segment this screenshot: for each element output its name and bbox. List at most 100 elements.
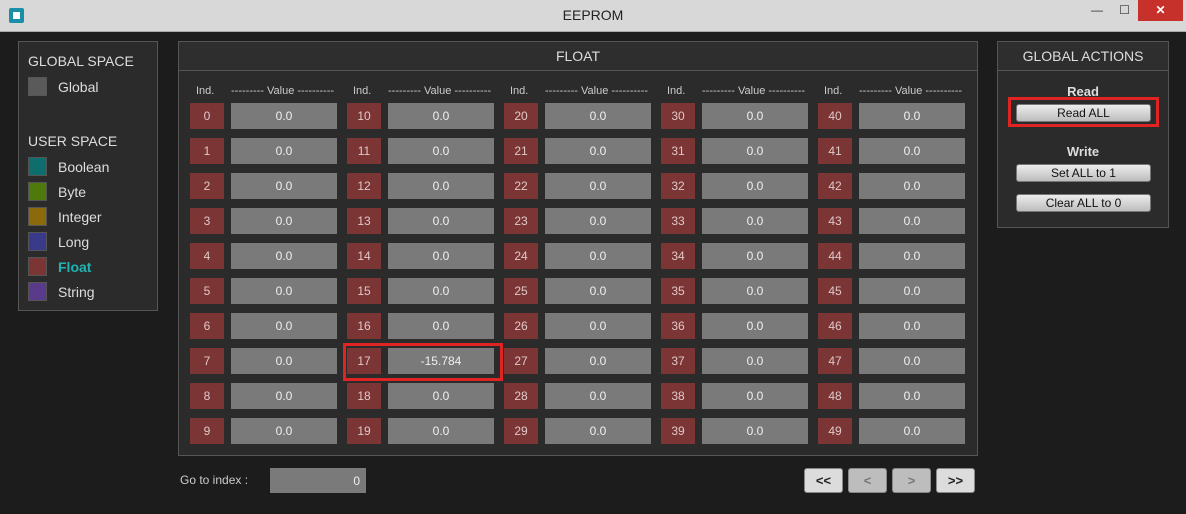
value-field[interactable]: 0.0 xyxy=(388,103,494,129)
column-header-ind: Ind. xyxy=(510,85,529,97)
index-cell: 1 xyxy=(190,138,224,164)
value-field[interactable]: 0.0 xyxy=(231,278,337,304)
index-cell: 2 xyxy=(190,173,224,199)
float-panel: FLOAT Ind. --------- Value ---------- 0 0.0… xyxy=(178,41,978,456)
user-space-title: USER SPACE xyxy=(28,133,118,149)
value-field[interactable]: 0.0 xyxy=(231,383,337,409)
close-button[interactable]: ✕ xyxy=(1138,0,1183,21)
value-field[interactable]: 0.0 xyxy=(859,278,965,304)
highlight-box-index-17 xyxy=(343,343,503,381)
value-field[interactable]: 0.0 xyxy=(859,383,965,409)
column-header-ind: Ind. xyxy=(353,85,372,97)
value-field[interactable]: 0.0 xyxy=(702,138,808,164)
value-field[interactable]: 0.0 xyxy=(388,383,494,409)
index-cell: 46 xyxy=(818,313,852,339)
value-field[interactable]: 0.0 xyxy=(859,208,965,234)
value-field[interactable]: 0.0 xyxy=(388,173,494,199)
prev-page-button[interactable]: < xyxy=(848,468,887,493)
value-field[interactable]: 0.0 xyxy=(231,313,337,339)
column-header-value: --------- Value ---------- xyxy=(702,85,806,97)
column-header-value: --------- Value ---------- xyxy=(859,85,963,97)
column-header-ind: Ind. xyxy=(667,85,686,97)
value-field[interactable]: 0.0 xyxy=(702,208,808,234)
goto-index-input[interactable] xyxy=(270,468,366,493)
legend-label: Float xyxy=(58,259,92,275)
value-field[interactable]: 0.0 xyxy=(545,348,651,374)
legend-swatch xyxy=(28,182,47,201)
value-field[interactable]: 0.0 xyxy=(231,208,337,234)
value-field[interactable]: 0.0 xyxy=(545,173,651,199)
value-field[interactable]: 0.0 xyxy=(388,208,494,234)
index-cell: 16 xyxy=(347,313,381,339)
index-cell: 9 xyxy=(190,418,224,444)
value-field[interactable]: 0.0 xyxy=(702,103,808,129)
value-field[interactable]: 0.0 xyxy=(545,418,651,444)
value-field[interactable]: 0.0 xyxy=(859,103,965,129)
value-field[interactable]: 0.0 xyxy=(702,278,808,304)
set-all-button[interactable]: Set ALL to 1 xyxy=(1016,164,1151,182)
value-field[interactable]: 0.0 xyxy=(545,208,651,234)
index-cell: 6 xyxy=(190,313,224,339)
value-field[interactable]: 0.0 xyxy=(859,418,965,444)
value-field[interactable]: 0.0 xyxy=(859,243,965,269)
value-field[interactable]: 0.0 xyxy=(231,418,337,444)
value-field[interactable]: 0.0 xyxy=(545,313,651,339)
value-field[interactable]: 0.0 xyxy=(702,348,808,374)
value-field[interactable]: 0.0 xyxy=(545,103,651,129)
last-page-button[interactable]: >> xyxy=(936,468,975,493)
float-panel-title: FLOAT xyxy=(179,42,977,71)
index-cell: 41 xyxy=(818,138,852,164)
index-cell: 19 xyxy=(347,418,381,444)
value-field[interactable]: 0.0 xyxy=(545,278,651,304)
value-field[interactable]: 0.0 xyxy=(388,313,494,339)
index-cell: 13 xyxy=(347,208,381,234)
write-section-title: Write xyxy=(1066,144,1100,159)
next-page-button[interactable]: > xyxy=(892,468,931,493)
minimize-button[interactable]: — xyxy=(1083,0,1111,21)
index-cell: 12 xyxy=(347,173,381,199)
index-cell: 21 xyxy=(504,138,538,164)
value-field[interactable]: 0.0 xyxy=(545,243,651,269)
value-field[interactable]: 0.0 xyxy=(859,173,965,199)
value-field[interactable]: 0.0 xyxy=(702,313,808,339)
value-field[interactable]: 0.0 xyxy=(702,173,808,199)
value-field[interactable]: 0.0 xyxy=(702,243,808,269)
index-cell: 45 xyxy=(818,278,852,304)
index-cell: 7 xyxy=(190,348,224,374)
value-field[interactable]: 0.0 xyxy=(231,348,337,374)
value-field[interactable]: 0.0 xyxy=(859,348,965,374)
index-cell: 33 xyxy=(661,208,695,234)
window-title: EEPROM xyxy=(562,7,624,23)
value-field[interactable]: 0.0 xyxy=(388,243,494,269)
legend-swatch xyxy=(28,157,47,176)
value-field[interactable]: 0.0 xyxy=(231,173,337,199)
index-cell: 40 xyxy=(818,103,852,129)
legend-swatch xyxy=(28,282,47,301)
value-field[interactable]: 0.0 xyxy=(388,278,494,304)
index-cell: 20 xyxy=(504,103,538,129)
index-cell: 0 xyxy=(190,103,224,129)
value-field[interactable]: 0.0 xyxy=(231,103,337,129)
index-cell: 42 xyxy=(818,173,852,199)
value-field[interactable]: 0.0 xyxy=(859,138,965,164)
clear-all-button[interactable]: Clear ALL to 0 xyxy=(1016,194,1151,212)
value-field[interactable]: 0.0 xyxy=(859,313,965,339)
maximize-button[interactable]: ☐ xyxy=(1111,0,1138,21)
legend-swatch xyxy=(28,257,47,276)
value-field[interactable]: 0.0 xyxy=(388,138,494,164)
index-cell: 28 xyxy=(504,383,538,409)
index-cell: 27 xyxy=(504,348,538,374)
value-field[interactable]: 0.0 xyxy=(702,418,808,444)
value-field[interactable]: 0.0 xyxy=(388,418,494,444)
value-field[interactable]: 0.0 xyxy=(231,138,337,164)
legend-swatch xyxy=(28,207,47,226)
index-cell: 30 xyxy=(661,103,695,129)
index-cell: 22 xyxy=(504,173,538,199)
index-cell: 36 xyxy=(661,313,695,339)
first-page-button[interactable]: << xyxy=(804,468,843,493)
value-field[interactable]: 0.0 xyxy=(231,243,337,269)
legend-label: Byte xyxy=(58,184,87,200)
value-field[interactable]: 0.0 xyxy=(545,138,651,164)
value-field[interactable]: 0.0 xyxy=(702,383,808,409)
value-field[interactable]: 0.0 xyxy=(545,383,651,409)
